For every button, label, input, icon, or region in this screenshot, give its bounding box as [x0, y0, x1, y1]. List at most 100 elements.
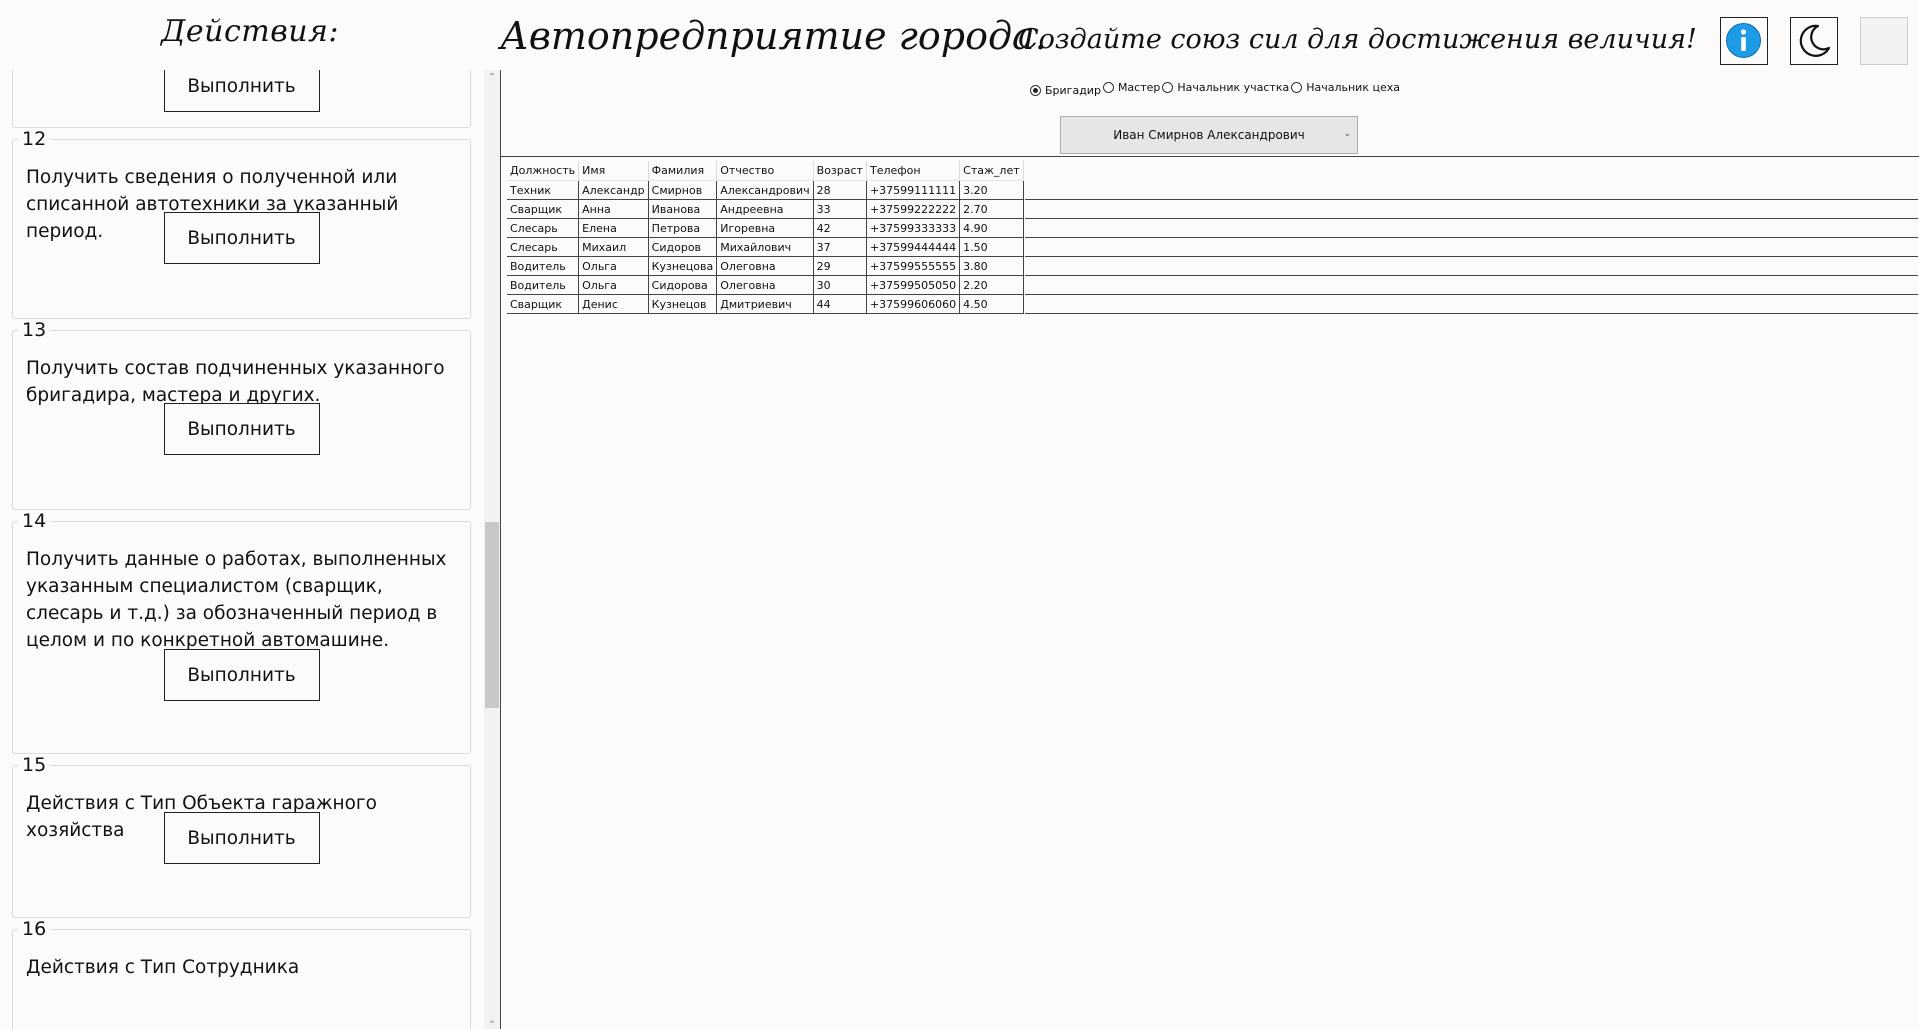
table-cell[interactable]: Денис	[578, 294, 649, 314]
table-cell[interactable]: 2.70	[959, 199, 1024, 219]
table-cell[interactable]: +37599606060	[866, 294, 961, 314]
radio-circle-icon[interactable]	[1102, 82, 1114, 93]
role-radio-option[interactable]: Начальник участка	[1162, 81, 1289, 94]
table-cell[interactable]: Петрова	[648, 218, 718, 238]
column-header[interactable]: Имя	[578, 161, 649, 181]
table-row[interactable]: Водитель Ольга Сидорова Олеговна 30 +37599505…	[507, 275, 1024, 295]
column-header[interactable]: Стаж_лет	[959, 161, 1024, 181]
table-cell[interactable]: Водитель	[507, 256, 580, 276]
role-radio-group: Бригадир Мастер Начальник участка Начальник…	[1030, 81, 1402, 97]
row-gridline	[1024, 198, 1918, 200]
info-icon	[1726, 23, 1761, 58]
table-cell[interactable]: 30	[813, 275, 867, 295]
info-button[interactable]	[1720, 17, 1768, 65]
table-cell[interactable]: 3.20	[959, 180, 1024, 200]
table-cell[interactable]: Игоревна	[716, 218, 814, 238]
table-row[interactable]: Сварщик Денис Кузнецов Дмитриевич 44 +3759960…	[507, 294, 1024, 314]
table-row[interactable]: Слесарь Елена Петрова Игоревна 42 +3759933333…	[507, 218, 1024, 238]
theme-toggle-button[interactable]	[1790, 17, 1838, 65]
execute-button[interactable]: Выполнить	[163, 649, 320, 701]
role-radio-label: Начальник цеха	[1306, 81, 1400, 94]
table-cell[interactable]: +37599444444	[866, 237, 961, 257]
table-cell[interactable]: +37599555555	[866, 256, 961, 276]
table-cell[interactable]: Иванова	[648, 199, 718, 219]
data-grid[interactable]: Должность Имя Фамилия Отчество Возраст Телефо…	[500, 156, 1919, 1029]
table-cell[interactable]: +37599333333	[866, 218, 961, 238]
action-number: 13	[18, 319, 51, 341]
table-cell[interactable]: 44	[813, 294, 867, 314]
table-cell[interactable]: Сидорова	[648, 275, 718, 295]
table-cell[interactable]: Олеговна	[716, 256, 814, 276]
execute-button[interactable]: Выполнить	[163, 70, 320, 112]
table-header-row: Должность Имя Фамилия Отчество Возраст Телефо…	[507, 161, 1024, 181]
role-radio-option[interactable]: Начальник цеха	[1291, 81, 1400, 94]
table-cell[interactable]: Техник	[507, 180, 580, 200]
table-cell[interactable]: Сварщик	[507, 294, 580, 314]
table-cell[interactable]: Дмитриевич	[716, 294, 814, 314]
table-cell[interactable]: 4.50	[959, 294, 1024, 314]
role-radio-option[interactable]: Бригадир	[1030, 84, 1101, 97]
column-header[interactable]: Возраст	[813, 161, 867, 181]
table-cell[interactable]: +37599505050	[866, 275, 961, 295]
blank-button[interactable]	[1860, 17, 1908, 65]
table-row[interactable]: Сварщик Анна Иванова Андреевна 33 +3759922222…	[507, 199, 1024, 219]
table-cell[interactable]: 37	[813, 237, 867, 257]
table-cell[interactable]: 28	[813, 180, 867, 200]
scroll-up-icon[interactable]: ⌃	[484, 70, 500, 86]
execute-button[interactable]: Выполнить	[163, 403, 320, 455]
table-cell[interactable]: +37599222222	[866, 199, 961, 219]
column-header[interactable]: Должность	[507, 161, 580, 181]
employee-select[interactable]: Иван Смирнов Александрович ⌄	[1060, 116, 1358, 154]
table-cell[interactable]: 33	[813, 199, 867, 219]
table-cell[interactable]: Смирнов	[648, 180, 718, 200]
scroll-thumb[interactable]	[485, 522, 499, 708]
radio-circle-icon[interactable]	[1030, 85, 1041, 96]
table-cell[interactable]: Анна	[578, 199, 649, 219]
column-header[interactable]: Отчество	[716, 161, 814, 181]
table-cell[interactable]: Андреевна	[716, 199, 814, 219]
table-cell[interactable]: Сидоров	[648, 237, 718, 257]
table-cell[interactable]: Слесарь	[507, 237, 580, 257]
execute-button[interactable]: Выполнить	[163, 812, 320, 864]
table-cell[interactable]: 42	[813, 218, 867, 238]
row-gridline	[1024, 312, 1918, 314]
table-cell[interactable]: 29	[813, 256, 867, 276]
table-cell[interactable]: Олеговна	[716, 275, 814, 295]
actions-scrollbar[interactable]: ⌃ ⌄	[484, 70, 500, 1029]
table-row[interactable]: Техник Александр Смирнов Александрович 28 +37…	[507, 180, 1024, 200]
table-cell[interactable]: Елена	[578, 218, 649, 238]
table-cell[interactable]: Кузнецова	[648, 256, 718, 276]
action-number: 16	[18, 918, 51, 940]
table-cell[interactable]: 2.20	[959, 275, 1024, 295]
role-radio-label: Начальник участка	[1177, 81, 1290, 94]
table-cell[interactable]: 1.50	[959, 237, 1024, 257]
table-row[interactable]: Водитель Ольга Кузнецова Олеговна 29 +3759955…	[507, 256, 1024, 276]
table-cell[interactable]: Сварщик	[507, 199, 580, 219]
table-row[interactable]: Слесарь Михаил Сидоров Михайлович 37 +3759944…	[507, 237, 1024, 257]
radio-circle-icon[interactable]	[1291, 82, 1303, 93]
column-header[interactable]: Фамилия	[648, 161, 718, 181]
radio-circle-icon[interactable]	[1162, 82, 1174, 93]
table-cell[interactable]: Слесарь	[507, 218, 580, 238]
table-cell[interactable]: Ольга	[578, 275, 649, 295]
app-title: Автопредприятие города.	[500, 14, 1047, 58]
table-cell[interactable]: Водитель	[507, 275, 580, 295]
table-cell[interactable]: Александр	[578, 180, 649, 200]
actions-list: 11Выполнить12Получить сведения о получен…	[0, 70, 484, 1029]
table-cell[interactable]: Кузнецов	[648, 294, 718, 314]
action-card: 16 Действия с Тип Сотрудника	[12, 918, 471, 1029]
table-cell[interactable]: 3.80	[959, 256, 1024, 276]
scroll-down-icon[interactable]: ⌄	[484, 1013, 500, 1029]
table-cell[interactable]: Михаил	[578, 237, 649, 257]
employee-select-value: Иван Смирнов Александрович	[1113, 128, 1305, 142]
role-radio-label: Мастер	[1117, 81, 1161, 94]
table-cell[interactable]: Михайлович	[716, 237, 814, 257]
column-header[interactable]: Телефон	[866, 161, 961, 181]
table-cell[interactable]: +37599111111	[866, 180, 961, 200]
action-card: 14 Получить данные о работах, выполненных…	[12, 510, 471, 754]
table-cell[interactable]: 4.90	[959, 218, 1024, 238]
table-cell[interactable]: Александрович	[716, 180, 814, 200]
table-cell[interactable]: Ольга	[578, 256, 649, 276]
role-radio-option[interactable]: Мастер	[1102, 81, 1161, 94]
execute-button[interactable]: Выполнить	[163, 212, 320, 264]
